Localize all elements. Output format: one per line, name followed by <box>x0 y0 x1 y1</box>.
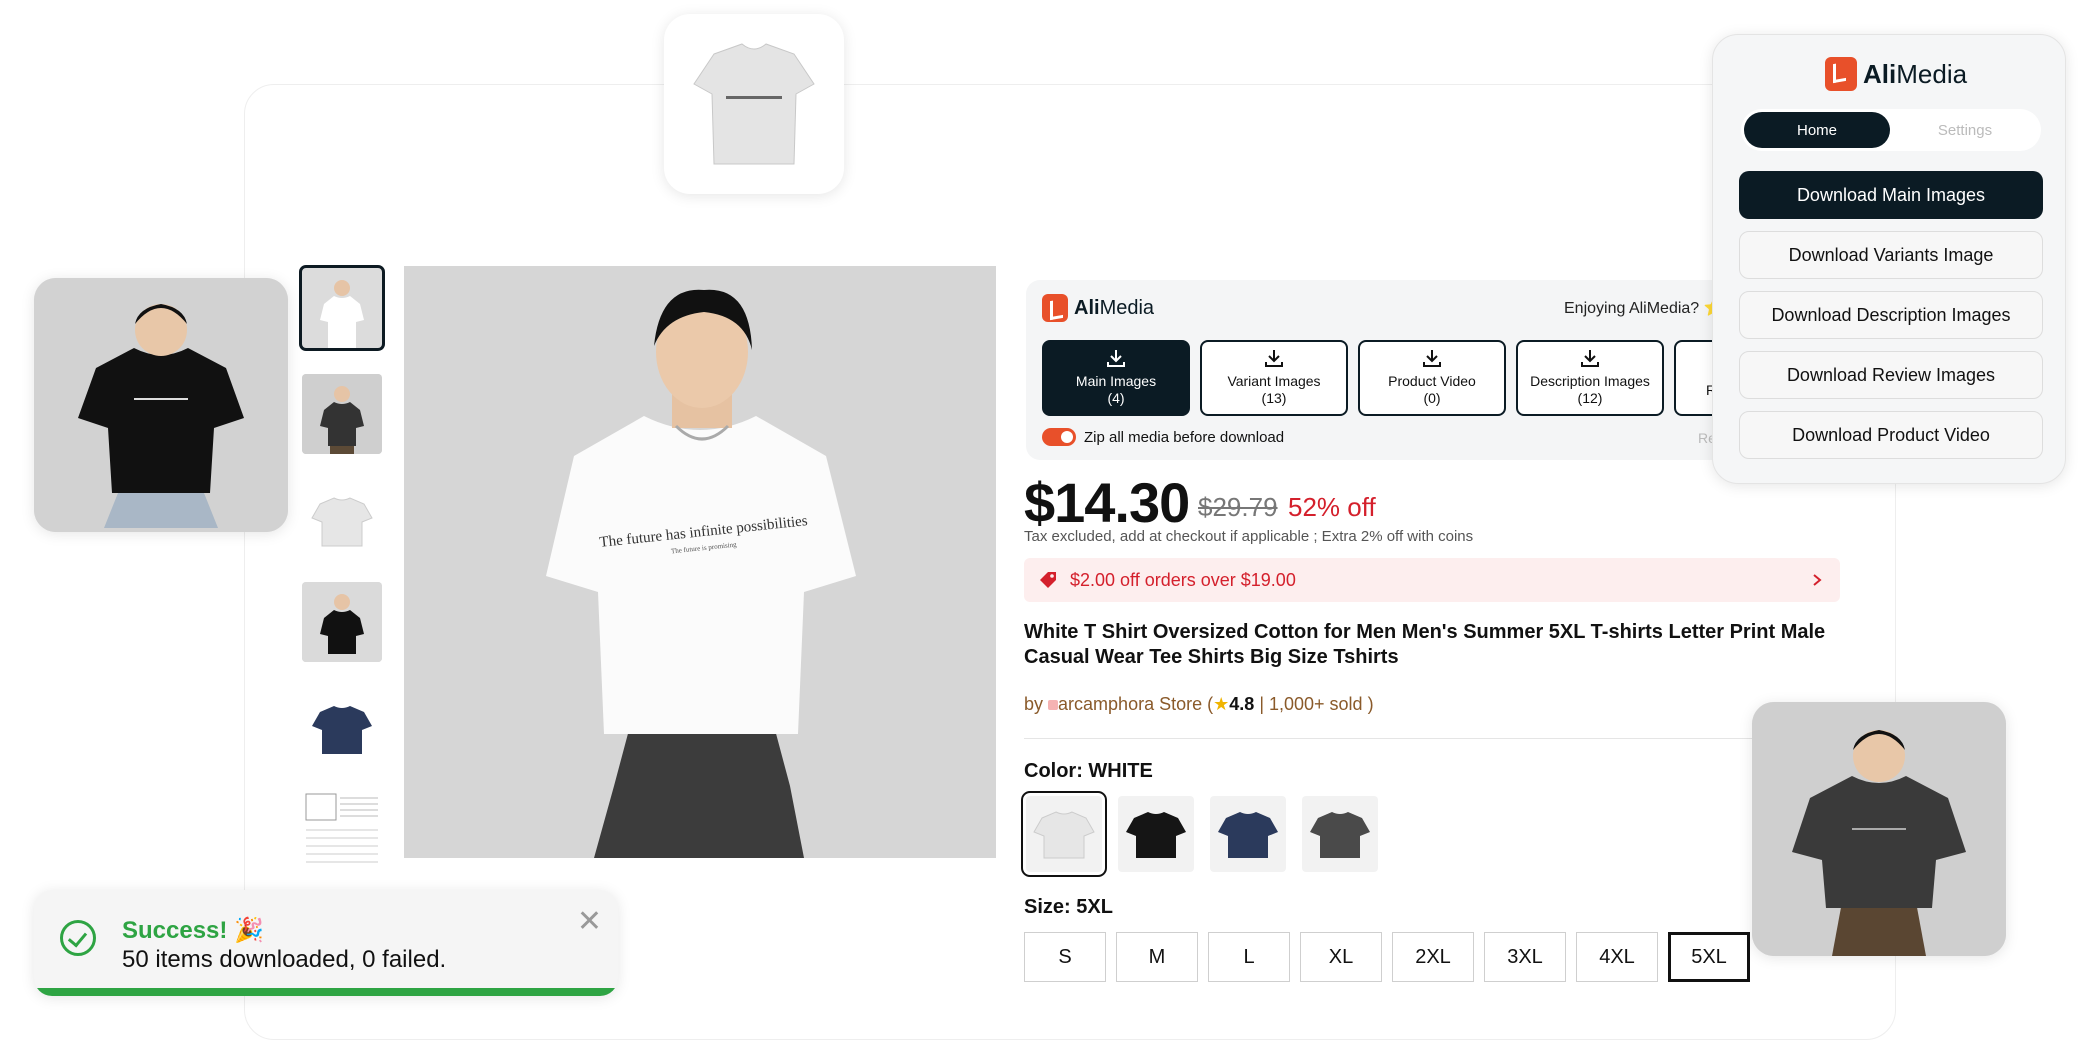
thumbnail-4[interactable] <box>302 582 382 662</box>
main-images-button[interactable]: Main Images (4) <box>1042 340 1190 416</box>
sold-count: | 1,000+ sold ) <box>1259 694 1374 714</box>
size-option-s[interactable]: S <box>1024 932 1106 982</box>
discount-percent: 52% off <box>1288 492 1376 522</box>
floating-image-left <box>34 278 288 532</box>
alimedia-logo-icon <box>1042 294 1068 322</box>
store-info: by arcamphora Store (★4.8 | 1,000+ sold … <box>1024 694 1374 715</box>
popup-logo-bold: Ali <box>1863 58 1897 89</box>
size-option-2xl[interactable]: 2XL <box>1392 932 1474 982</box>
size-label: Size: 5XL <box>1024 896 1113 918</box>
zip-toggle-row[interactable]: Zip all media before download <box>1042 428 1284 446</box>
logo-text-light: Media <box>1099 296 1155 319</box>
close-icon[interactable]: ✕ <box>577 904 602 939</box>
thumbnail-5[interactable] <box>302 686 382 766</box>
toast-progress-bar <box>34 988 618 996</box>
alimedia-logo: AliMedia <box>1042 294 1154 322</box>
size-option-l[interactable]: L <box>1208 932 1290 982</box>
alimedia-product-bar: AliMedia Enjoying AliMedia? ⭐ Main Image… <box>1026 280 1726 460</box>
size-option-3xl[interactable]: 3XL <box>1484 932 1566 982</box>
variant-images-button[interactable]: Variant Images (13) <box>1200 340 1348 416</box>
color-swatch-white[interactable] <box>1021 791 1107 877</box>
variant-images-count: (13) <box>1261 390 1287 406</box>
download-icon <box>1423 350 1441 367</box>
zip-toggle[interactable] <box>1042 428 1076 446</box>
section-divider <box>1024 738 1840 739</box>
product-video-button[interactable]: Product Video (0) <box>1358 340 1506 416</box>
description-images-count: (12) <box>1577 390 1603 406</box>
thumbnail-2[interactable] <box>302 374 382 454</box>
tab-home[interactable]: Home <box>1744 112 1890 148</box>
logo-text-bold: Ali <box>1074 296 1100 319</box>
thumbnail-1[interactable] <box>299 265 385 351</box>
size-option-m[interactable]: M <box>1116 932 1198 982</box>
product-video-label: Product Video <box>1388 373 1476 389</box>
description-images-button[interactable]: Description Images (12) <box>1516 340 1664 416</box>
description-images-label: Description Images <box>1530 373 1650 389</box>
color-swatch-black[interactable] <box>1118 796 1194 872</box>
floating-image-top <box>664 14 844 194</box>
toast-message: 50 items downloaded, 0 failed. <box>122 946 447 973</box>
color-label: Color: WHITE <box>1024 760 1153 782</box>
product-title: White T Shirt Oversized Cotton for Men M… <box>1024 621 1826 668</box>
floating-image-right <box>1752 702 2006 956</box>
popup-logo: AliMedia <box>1825 57 1967 91</box>
download-description-images-button[interactable]: Download Description Images <box>1739 291 2043 339</box>
check-circle-icon <box>60 920 96 956</box>
size-option-5xl[interactable]: 5XL <box>1668 932 1750 982</box>
current-price: $14.30 <box>1024 471 1190 534</box>
download-variants-image-button[interactable]: Download Variants Image <box>1739 231 2043 279</box>
coupon-tag-icon <box>1040 572 1056 588</box>
download-icon <box>1265 350 1283 367</box>
size-option-4xl[interactable]: 4XL <box>1576 932 1658 982</box>
thumbnail-3[interactable] <box>302 478 382 558</box>
rating-star-icon: ★ <box>1213 694 1230 714</box>
coupon-banner[interactable]: $2.00 off orders over $19.00 <box>1024 558 1840 602</box>
store-icon <box>1048 700 1059 710</box>
color-swatch-gray[interactable] <box>1302 796 1378 872</box>
store-name[interactable]: arcamphora Store <box>1058 694 1202 714</box>
download-icon <box>1107 350 1125 367</box>
coupon-text: $2.00 off orders over $19.00 <box>1070 569 1296 590</box>
download-main-images-button[interactable]: Download Main Images <box>1739 171 2043 219</box>
original-price: $29.79 <box>1198 492 1278 522</box>
store-prefix: by <box>1024 694 1044 714</box>
tax-note: Tax excluded, add at checkout if applica… <box>1024 528 1474 545</box>
chevron-right-icon <box>1813 574 1822 586</box>
main-images-count: (4) <box>1107 390 1125 406</box>
popup-tab-bar: Home Settings <box>1741 109 2041 151</box>
color-swatch-navy[interactable] <box>1210 796 1286 872</box>
main-images-label: Main Images <box>1075 373 1157 389</box>
product-video-count: (0) <box>1423 390 1441 406</box>
enjoy-text[interactable]: Enjoying AliMedia? ⭐ <box>1564 298 1724 318</box>
size-option-xl[interactable]: XL <box>1300 932 1382 982</box>
popup-logo-light: Media <box>1896 58 1968 89</box>
tab-settings[interactable]: Settings <box>1892 112 2038 148</box>
store-rating: 4.8 <box>1229 694 1255 714</box>
toast-title: Success! 🎉 <box>122 917 264 944</box>
success-toast: Success! 🎉 50 items downloaded, 0 failed… <box>34 890 618 996</box>
alimedia-logo-icon <box>1825 57 1857 91</box>
download-icon <box>1581 350 1599 367</box>
thumbnail-6-size-chart[interactable] <box>302 790 382 870</box>
zip-label: Zip all media before download <box>1084 428 1285 446</box>
main-product-image[interactable]: The future has infinite possibilities Th… <box>404 266 996 858</box>
alimedia-popup: AliMedia Home Settings Download Main Ima… <box>1712 34 2066 484</box>
download-review-images-button[interactable]: Download Review Images <box>1739 351 2043 399</box>
download-product-video-button[interactable]: Download Product Video <box>1739 411 2043 459</box>
variant-images-label: Variant Images <box>1227 373 1321 389</box>
